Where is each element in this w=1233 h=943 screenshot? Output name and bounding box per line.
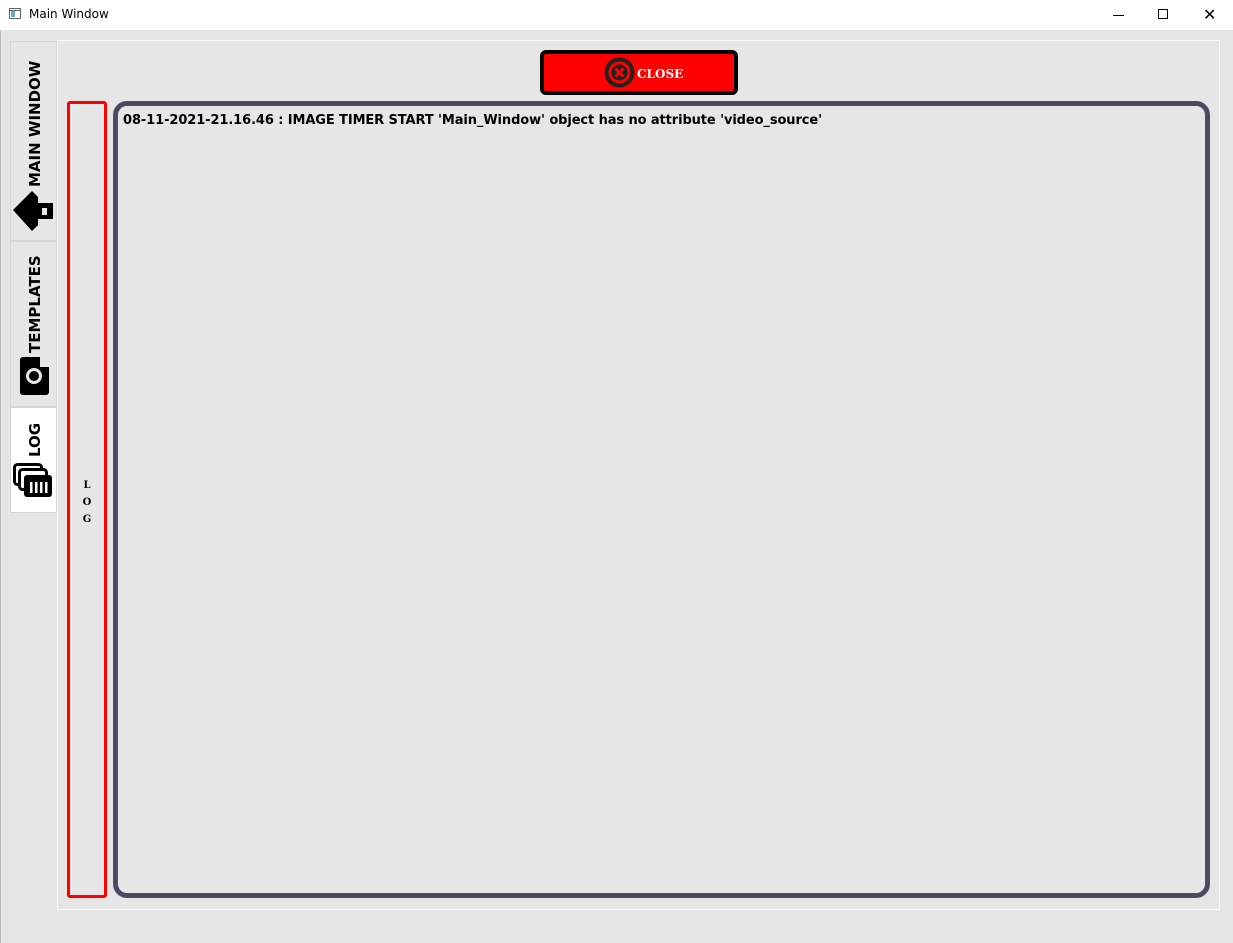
- tab-log[interactable]: LOG: [10, 407, 57, 513]
- log-line: 08-11-2021-21.16.46 : IMAGE TIMER START …: [123, 113, 822, 128]
- tab-bar: MAIN WINDOW TEMPLATES LOG: [10, 41, 57, 513]
- tab-main-window[interactable]: MAIN WINDOW: [10, 41, 57, 241]
- tab-templates[interactable]: TEMPLATES: [10, 241, 57, 407]
- window-border: [0, 30, 1, 943]
- minimize-icon: [1113, 15, 1124, 16]
- close-button[interactable]: CLOSE: [540, 50, 738, 95]
- tab-log-label: LOG: [26, 422, 44, 457]
- log-side-letter: L: [83, 480, 91, 491]
- log-stack-icon: [13, 463, 52, 497]
- window-close-button[interactable]: ✕: [1186, 0, 1232, 30]
- log-side-label-panel: L O G: [67, 101, 107, 898]
- window-title: Main Window: [29, 7, 109, 21]
- camera-icon: [20, 357, 49, 395]
- log-side-letter: O: [82, 497, 92, 508]
- tab-templates-label: TEMPLATES: [26, 255, 44, 353]
- close-circle-icon: [604, 57, 635, 88]
- close-button-label: CLOSE: [637, 67, 684, 81]
- title-bar: Main Window ✕: [0, 0, 1233, 30]
- minimize-button[interactable]: [1095, 0, 1141, 30]
- tab-main-window-label: MAIN WINDOW: [26, 60, 44, 187]
- maximize-button[interactable]: [1140, 0, 1186, 30]
- log-side-letter: G: [82, 514, 92, 525]
- app-window-icon: [9, 8, 21, 19]
- home-icon: [13, 191, 53, 231]
- log-text-area[interactable]: 08-11-2021-21.16.46 : IMAGE TIMER START …: [113, 101, 1210, 898]
- maximize-icon: [1158, 9, 1168, 19]
- window-close-icon: ✕: [1203, 5, 1217, 24]
